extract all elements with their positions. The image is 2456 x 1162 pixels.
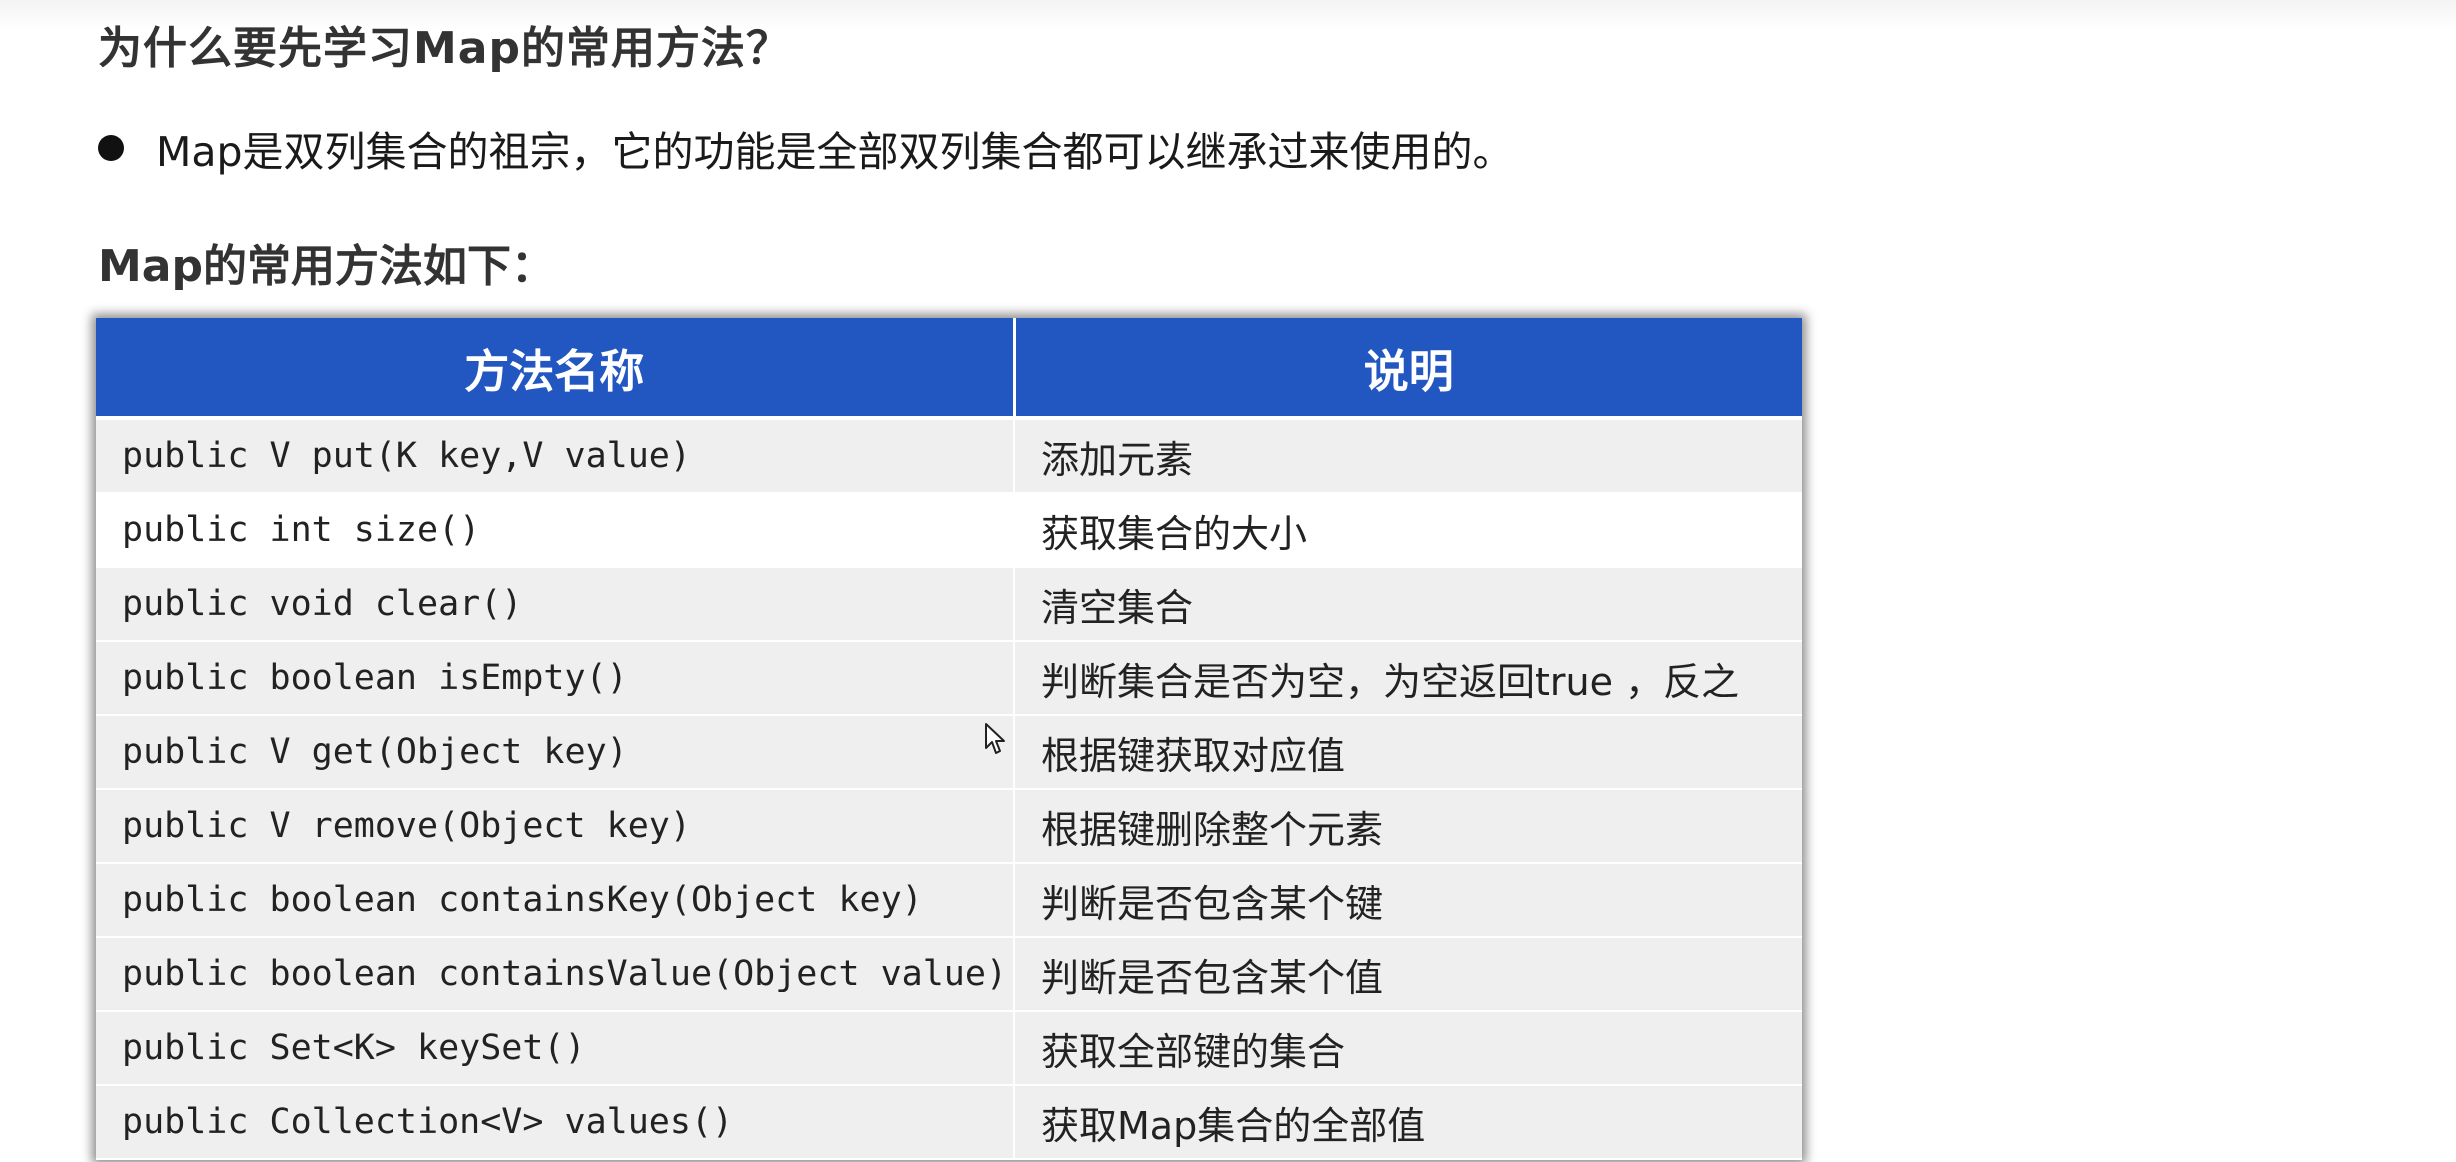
page-title: 为什么要先学习Map的常用方法？	[98, 23, 791, 74]
section-heading: Map的常用方法如下：	[98, 241, 555, 292]
methods-table: 方法名称 说明 public V put(K key,V value) 添加元素…	[96, 318, 1802, 1160]
header-description: 说明	[1014, 318, 1802, 420]
bullet-item: Map是双列集合的祖宗，它的功能是全部双列集合都可以继承过来使用的。	[98, 118, 1514, 178]
methods-table-container: 方法名称 说明 public V put(K key,V value) 添加元素…	[96, 318, 1802, 1160]
description-cell: 根据键删除整个元素	[1014, 789, 1802, 864]
slide-page: 为什么要先学习Map的常用方法？ Map是双列集合的祖宗，它的功能是全部双列集合…	[0, 0, 2456, 1162]
method-cell: public void clear()	[96, 567, 1015, 642]
table-row: public Set<K> keySet() 获取全部键的集合	[96, 1011, 1802, 1086]
table-row: public boolean containsKey(Object key) 判…	[96, 863, 1802, 938]
table-header-row: 方法名称 说明	[96, 318, 1802, 420]
table-row: public V put(K key,V value) 添加元素	[96, 418, 1802, 494]
mouse-pointer-icon	[985, 723, 1005, 754]
method-cell: public V remove(Object key)	[96, 789, 1015, 864]
bullet-text: Map是双列集合的祖宗，它的功能是全部双列集合都可以继承过来使用的。	[156, 128, 1514, 176]
method-cell: public V put(K key,V value)	[96, 418, 1015, 494]
table-row: public void clear() 清空集合	[96, 567, 1802, 642]
table-row: public boolean containsValue(Object valu…	[96, 937, 1802, 1012]
description-cell: 清空集合	[1014, 567, 1802, 642]
method-cell: public int size()	[96, 493, 1015, 568]
description-cell: 获取集合的大小	[1014, 493, 1802, 568]
method-cell: public boolean containsKey(Object key)	[96, 863, 1015, 938]
description-cell: 判断是否包含某个值	[1014, 937, 1802, 1012]
method-cell: public Set<K> keySet()	[96, 1011, 1015, 1086]
bullet-dot-icon	[98, 135, 124, 161]
description-cell: 根据键获取对应值	[1014, 715, 1802, 790]
table-row: public int size() 获取集合的大小	[96, 493, 1802, 568]
method-cell: public boolean isEmpty()	[96, 641, 1015, 716]
description-cell: 添加元素	[1014, 418, 1802, 494]
description-cell: 判断集合是否为空，为空返回true ，反之	[1014, 641, 1802, 716]
description-cell: 获取Map集合的全部值	[1014, 1085, 1802, 1160]
table-row: public V get(Object key) 根据键获取对应值	[96, 715, 1802, 790]
table-row: public Collection<V> values() 获取Map集合的全部…	[96, 1085, 1802, 1160]
header-method-name: 方法名称	[96, 318, 1016, 420]
table-row: public boolean isEmpty() 判断集合是否为空，为空返回tr…	[96, 641, 1802, 716]
method-cell: public boolean containsValue(Object valu…	[96, 937, 1015, 1012]
method-cell: public V get(Object key)	[96, 715, 1015, 790]
description-cell: 判断是否包含某个键	[1014, 863, 1802, 938]
table-row: public V remove(Object key) 根据键删除整个元素	[96, 789, 1802, 864]
method-cell: public Collection<V> values()	[96, 1085, 1015, 1160]
description-cell: 获取全部键的集合	[1014, 1011, 1802, 1086]
